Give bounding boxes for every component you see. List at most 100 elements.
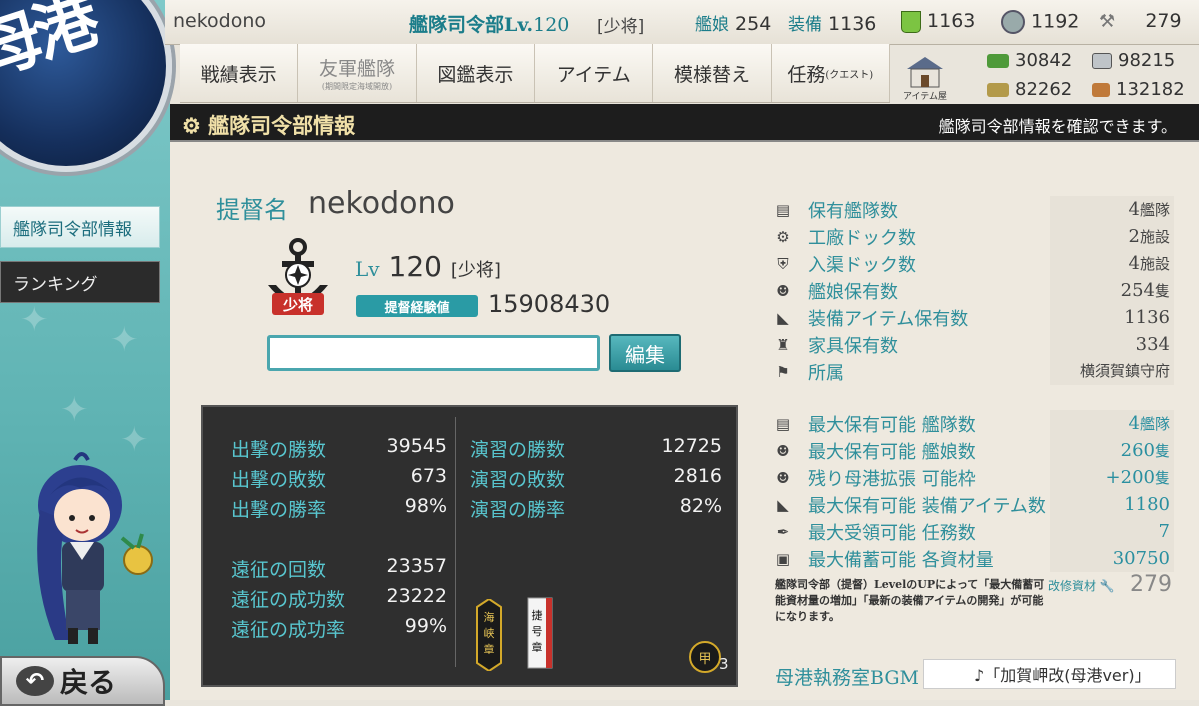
stat-label: 演習の勝数	[470, 439, 566, 461]
svg-text:峡: 峡	[484, 626, 495, 640]
quill-icon: ✒	[776, 522, 790, 541]
edit-button[interactable]: 編集	[609, 334, 681, 372]
item-shop-button[interactable]: アイテム屋	[890, 44, 960, 102]
info-number: 2	[1128, 226, 1140, 247]
stat-label: 演習の敗数	[470, 469, 566, 491]
section-title-text: 艦隊司令部情報	[208, 113, 356, 138]
bgm-selector[interactable]: ♪「加賀岬改(母港ver)」	[923, 659, 1176, 689]
limit-value: 30750	[1050, 545, 1174, 572]
limit-row-fleets: ▤ 最大保有可能 艦隊数 4艦隊	[772, 410, 1174, 437]
back-button[interactable]: ↶ 戻る	[0, 656, 165, 706]
screw-icon: ⚒	[1099, 11, 1116, 32]
stat-value: 82%	[679, 495, 722, 517]
devmat-count: 1192	[1001, 10, 1079, 34]
limit-value: 260隻	[1050, 437, 1174, 464]
ammo-value: 82262	[1015, 79, 1073, 100]
info-row-build-docks: ⚙ 工廠ドック数 2施設	[772, 223, 1174, 250]
nav-item-quests[interactable]: 任務 (クエスト)	[772, 44, 890, 102]
shipgirl-count: 艦娘 254	[695, 10, 771, 35]
star-decoration-icon: ✦	[110, 320, 139, 360]
info-label: 家具保有数	[808, 335, 898, 357]
stat-label: 出撃の敗数	[231, 469, 327, 491]
stat-value: 98%	[404, 495, 447, 517]
info-label: 装備アイテム保有数	[808, 308, 969, 330]
hq-rank: [少将]	[597, 17, 645, 37]
svg-text:章: 章	[532, 640, 543, 654]
section-title: ⚙ 艦隊司令部情報	[182, 110, 355, 140]
sidebar-item-hq-info[interactable]: 艦隊司令部情報	[0, 206, 160, 248]
stat-value: 12725	[661, 435, 722, 457]
level-value: 120	[388, 250, 442, 283]
nav-item-items[interactable]: アイテム	[535, 44, 654, 102]
limit-label: 最大保有可能 艦娘数	[808, 441, 976, 463]
limit-row-resources: ▣ 最大備蓄可能 各資材量 30750	[772, 545, 1174, 572]
info-label: 入渠ドック数	[808, 254, 916, 276]
stat-value: 23357	[386, 555, 447, 577]
info-row-furniture: ♜ 家具保有数 334	[772, 331, 1174, 358]
info-value: 4施設	[1050, 250, 1174, 277]
limit-label: 残り母港拡張 可能枠	[808, 468, 976, 490]
equipment-icon: ◣	[777, 495, 789, 514]
bauxite-resource: 132182	[1092, 79, 1185, 100]
hq-level: 艦隊司令部Lv.120	[409, 10, 569, 37]
info-value: 4艦隊	[1050, 196, 1174, 223]
bauxite-value: 132182	[1116, 79, 1185, 100]
nav-item-encyclopedia[interactable]: 図鑑表示	[417, 44, 535, 102]
limit-unit: 隻	[1154, 469, 1170, 487]
info-label: 所属	[808, 362, 844, 384]
xp-badge: 提督経験値	[356, 295, 478, 317]
back-label: 戻る	[60, 666, 117, 699]
nav-item-record[interactable]: 戦績表示	[180, 44, 299, 102]
devmat-count-value: 1192	[1031, 10, 1080, 33]
fuel-value: 30842	[1015, 50, 1073, 71]
info-unit: 施設	[1139, 228, 1170, 246]
xp-value: 15908430	[488, 290, 611, 318]
comment-input[interactable]	[267, 335, 600, 371]
shipgirl-count-value: 254	[735, 13, 772, 35]
logo-text: 母港	[0, 0, 103, 91]
hq-level-label: 艦隊司令部Lv.	[409, 14, 534, 36]
info-unit: 隻	[1154, 282, 1170, 300]
back-arrow-icon: ↶	[16, 666, 54, 696]
shop-icon	[907, 57, 943, 88]
steel-icon	[1092, 53, 1112, 69]
star-decoration-icon: ✦	[60, 390, 89, 430]
sidebar-item-ranking[interactable]: ランキング	[0, 261, 160, 303]
ammo-icon	[987, 83, 1009, 97]
limit-row-quests: ✒ 最大受領可能 任務数 7	[772, 518, 1174, 545]
info-number: 4	[1128, 253, 1140, 274]
info-row-fleets: ▤ 保有艦隊数 4艦隊	[772, 196, 1174, 223]
limit-value: +200隻	[1050, 464, 1174, 491]
fleet-icon: ▤	[775, 200, 791, 219]
nav-sublabel: (クエスト)	[825, 69, 874, 81]
info-label: 工廠ドック数	[808, 227, 916, 249]
chair-icon: ♜	[776, 335, 790, 354]
star-decoration-icon: ✦	[20, 300, 49, 340]
admiral-name-value: nekodono	[308, 186, 455, 221]
screw-count-value: 279	[1145, 10, 1182, 32]
screw-count: ⚒ 279	[1099, 10, 1182, 32]
nav-item-furniture[interactable]: 模様替え	[653, 44, 772, 102]
shipgirl-icon: ☻	[776, 468, 790, 487]
improvement-material-text: 改修資材	[1048, 579, 1097, 593]
stat-label: 遠征の回数	[231, 559, 327, 581]
bauxite-icon	[1092, 83, 1110, 97]
info-row-shipgirls: ☻ 艦娘保有数 254隻	[772, 277, 1174, 304]
grade-badge-icon: 甲	[689, 641, 721, 673]
nav-item-friend-fleet[interactable]: 友軍艦隊 (期間限定海域開放)	[298, 44, 417, 102]
info-row-affiliation: ⚑ 所属 横須賀鎮守府	[772, 358, 1174, 385]
stat-value: 23222	[386, 585, 447, 607]
equipment-count-value: 1136	[828, 13, 877, 35]
limit-number: 1180	[1124, 494, 1170, 515]
hq-level-value: 120	[533, 14, 570, 36]
limit-label: 最大備蓄可能 各資材量	[808, 549, 994, 571]
info-row-repair-docks: ⛨ 入渠ドック数 4施設	[772, 250, 1174, 277]
limit-unit: 隻	[1154, 442, 1170, 460]
info-number: 4	[1128, 199, 1140, 220]
shipgirl-icon: ☻	[776, 441, 790, 460]
medal-count: 3	[719, 655, 729, 673]
limit-number: 30750	[1112, 548, 1170, 569]
limit-value: 1180	[1050, 491, 1174, 518]
stat-label: 演習の勝率	[470, 499, 566, 521]
bucket-count: 1163	[901, 10, 975, 33]
